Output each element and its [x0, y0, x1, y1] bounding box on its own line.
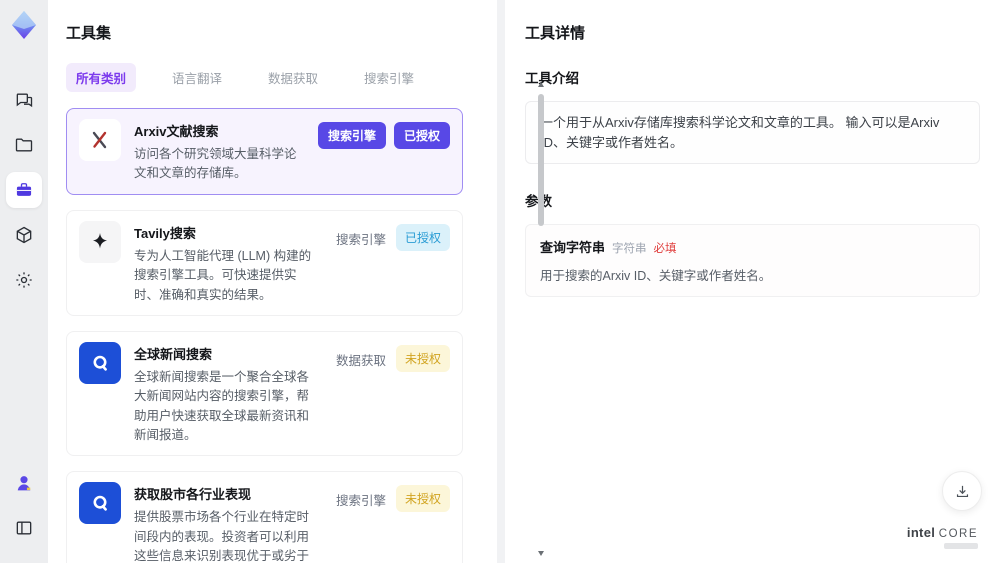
tool-card[interactable]: Arxiv文献搜索 访问各个研究领域大量科学论文和文章的存储库。 搜索引擎 已授… [66, 108, 463, 195]
tool-category-badge: 数据获取 [335, 353, 386, 368]
intel-logo-text: intel [906, 525, 936, 540]
tool-name: Arxiv文献搜索 [134, 124, 219, 139]
tool-intro-box: 一个用于从Arxiv存储库搜索科学论文和文章的工具。 输入可以是Arxiv ID… [525, 101, 980, 164]
sidebar-item-folder[interactable] [6, 127, 42, 163]
tab-data[interactable]: 数据获取 [258, 63, 328, 92]
sidebar-item-collapse[interactable] [6, 510, 42, 546]
tool-category-badge: 搜索引擎 [335, 494, 386, 509]
param-name: 查询字符串 [540, 240, 606, 255]
tab-all[interactable]: 所有类别 [66, 63, 137, 92]
params-heading: 参数 [525, 190, 980, 210]
tool-name: 全球新闻搜索 [134, 346, 213, 362]
intel-logo-subtext [944, 543, 978, 549]
tool-category-badge[interactable]: 搜索引擎 [317, 122, 386, 149]
tab-search[interactable]: 搜索引擎 [354, 63, 424, 92]
param-desc: 用于搜索的Arxiv ID、关键字或作者姓名。 [540, 269, 772, 283]
tool-card[interactable]: 获取股市各行业表现 提供股票市场各个行业在特定时间段内的表现。投资者可以利用这些… [66, 471, 463, 563]
app-logo-diamond-icon [7, 8, 41, 42]
tool-auth-badge[interactable]: 已授权 [393, 122, 450, 149]
list-scrollbar[interactable] [537, 82, 545, 556]
tool-card[interactable]: Tavily搜索 专为人工智能代理 (LLM) 构建的搜索引擎工具。可快速提供实… [66, 209, 463, 316]
tool-auth-badge: 未授权 [395, 485, 450, 513]
tool-desc: 访问各个研究领域大量科学论文和文章的存储库。 [134, 147, 297, 181]
sidebar-item-tools[interactable] [6, 172, 42, 208]
intro-heading: 工具介绍 [525, 71, 579, 86]
magnifier-q-icon [79, 482, 121, 525]
panel-collapse-icon [16, 521, 32, 535]
tool-detail-panel: 工具详情 工具介绍 一个用于从Arxiv存储库搜索科学论文和文章的工具。 输入可… [505, 0, 1000, 563]
page-title: 工具集 [66, 25, 112, 42]
scrollbar-thumb[interactable] [538, 94, 544, 226]
tool-card[interactable]: 全球新闻搜索 全球新闻搜索是一个聚合全球各大新闻网站内容的搜索引擎，帮助用户快速… [66, 330, 463, 457]
tab-translate[interactable]: 语言翻译 [162, 63, 232, 92]
sidebar [0, 0, 48, 563]
category-tabs: 所有类别 语言翻译 数据获取 搜索引擎 [66, 63, 479, 92]
arxiv-logo-icon [79, 119, 121, 161]
magnifier-q-icon [79, 341, 121, 384]
sidebar-item-settings[interactable] [6, 262, 42, 298]
tool-name: 获取股市各行业表现 [134, 487, 252, 503]
chat-icon [16, 93, 33, 108]
detail-title: 工具详情 [525, 25, 586, 42]
sidebar-item-chat[interactable] [6, 82, 42, 118]
folder-icon [15, 138, 33, 152]
core-logo-text: CORE [938, 528, 978, 540]
param-box: 查询字符串 字符串 必填 用于搜索的Arxiv ID、关键字或作者姓名。 [525, 224, 980, 297]
download-icon [956, 485, 968, 497]
tool-list: Arxiv文献搜索 访问各个研究领域大量科学论文和文章的存储库。 搜索引擎 已授… [66, 108, 479, 563]
sidebar-item-models[interactable] [6, 217, 42, 253]
tool-auth-badge: 已授权 [395, 223, 450, 251]
tool-name: Tavily搜索 [134, 225, 196, 241]
tool-desc: 提供股票市场各个行业在特定时间段内的表现。投资者可以利用这些信息来识别表现优于或… [134, 510, 310, 563]
sparkle-icon [79, 220, 121, 263]
param-type: 字符串 [612, 243, 647, 255]
param-required-badge: 必填 [653, 243, 677, 255]
intel-core-logo: intel CORE [907, 525, 978, 549]
scroll-down-arrow-icon[interactable] [538, 551, 544, 556]
tool-desc: 全球新闻搜索是一个聚合全球各大新闻网站内容的搜索引擎，帮助用户快速获取全球最新资… [134, 369, 310, 442]
tool-category-badge: 搜索引擎 [335, 232, 386, 247]
user-icon [17, 476, 31, 491]
cube-icon [16, 226, 32, 244]
gear-icon [16, 272, 32, 288]
download-button[interactable] [942, 471, 982, 511]
tool-desc: 专为人工智能代理 (LLM) 构建的搜索引擎工具。可快速提供实时、准确和真实的结… [134, 248, 312, 302]
scroll-up-arrow-icon[interactable] [538, 82, 544, 87]
tools-panel: 工具集 所有类别 语言翻译 数据获取 搜索引擎 Arxiv文献搜索 访问各个研究领域大… [48, 0, 497, 563]
tool-auth-badge: 未授权 [395, 344, 450, 372]
briefcase-icon [16, 183, 32, 196]
sidebar-item-user[interactable] [6, 465, 42, 501]
